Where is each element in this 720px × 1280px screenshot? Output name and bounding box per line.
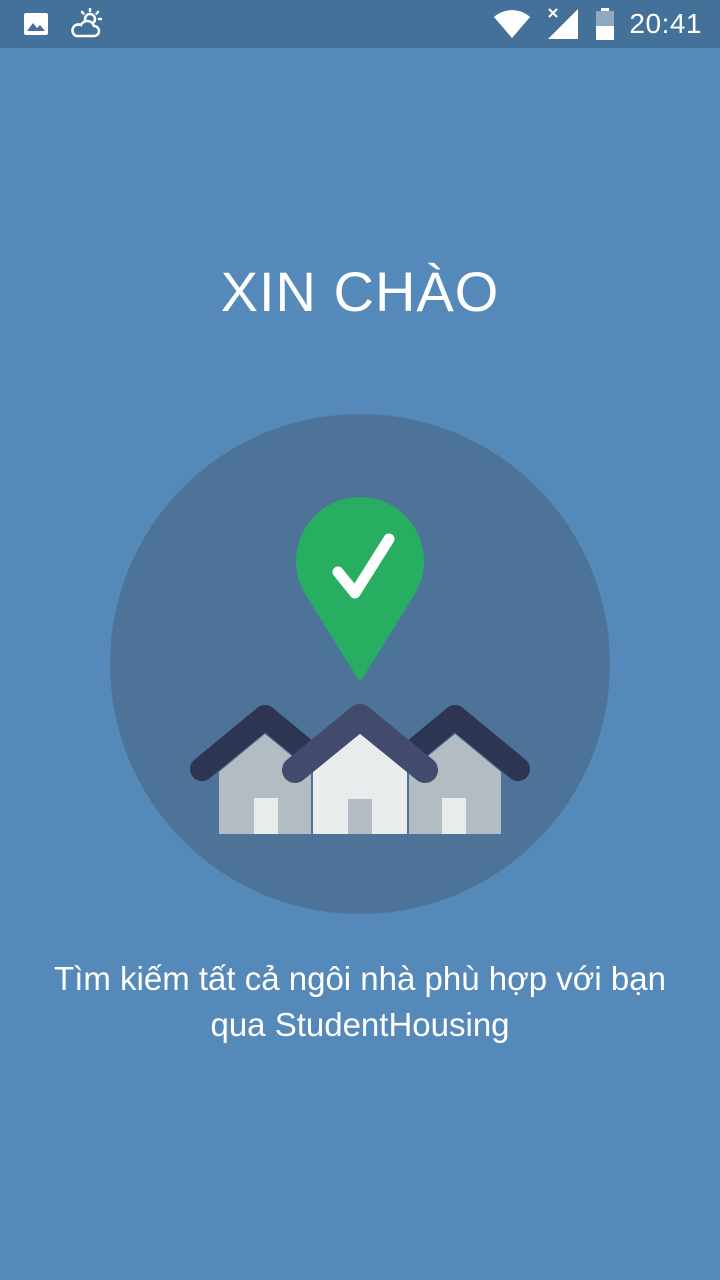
houses-icon — [190, 704, 530, 834]
cellular-signal-no-data-icon — [545, 7, 581, 41]
welcome-illustration — [110, 414, 610, 914]
battery-icon — [595, 7, 615, 41]
welcome-description: Tìm kiếm tất cả ngôi nhà phù hợp với bạn… — [20, 956, 700, 1048]
status-system: 20:41 — [493, 6, 702, 42]
welcome-title: XIN CHÀO — [220, 260, 500, 323]
status-notifications — [22, 8, 104, 40]
image-icon — [22, 10, 50, 38]
wifi-icon — [493, 8, 531, 40]
status-time: 20:41 — [629, 8, 702, 39]
welcome-description-line-1: Tìm kiếm tất cả ngôi nhà phù hợp với bạn — [54, 960, 666, 997]
weather-cloud-sun-icon — [68, 8, 104, 40]
welcome-description-line-2: qua StudentHousing — [210, 1006, 510, 1043]
status-bar: 20:41 — [0, 0, 720, 48]
